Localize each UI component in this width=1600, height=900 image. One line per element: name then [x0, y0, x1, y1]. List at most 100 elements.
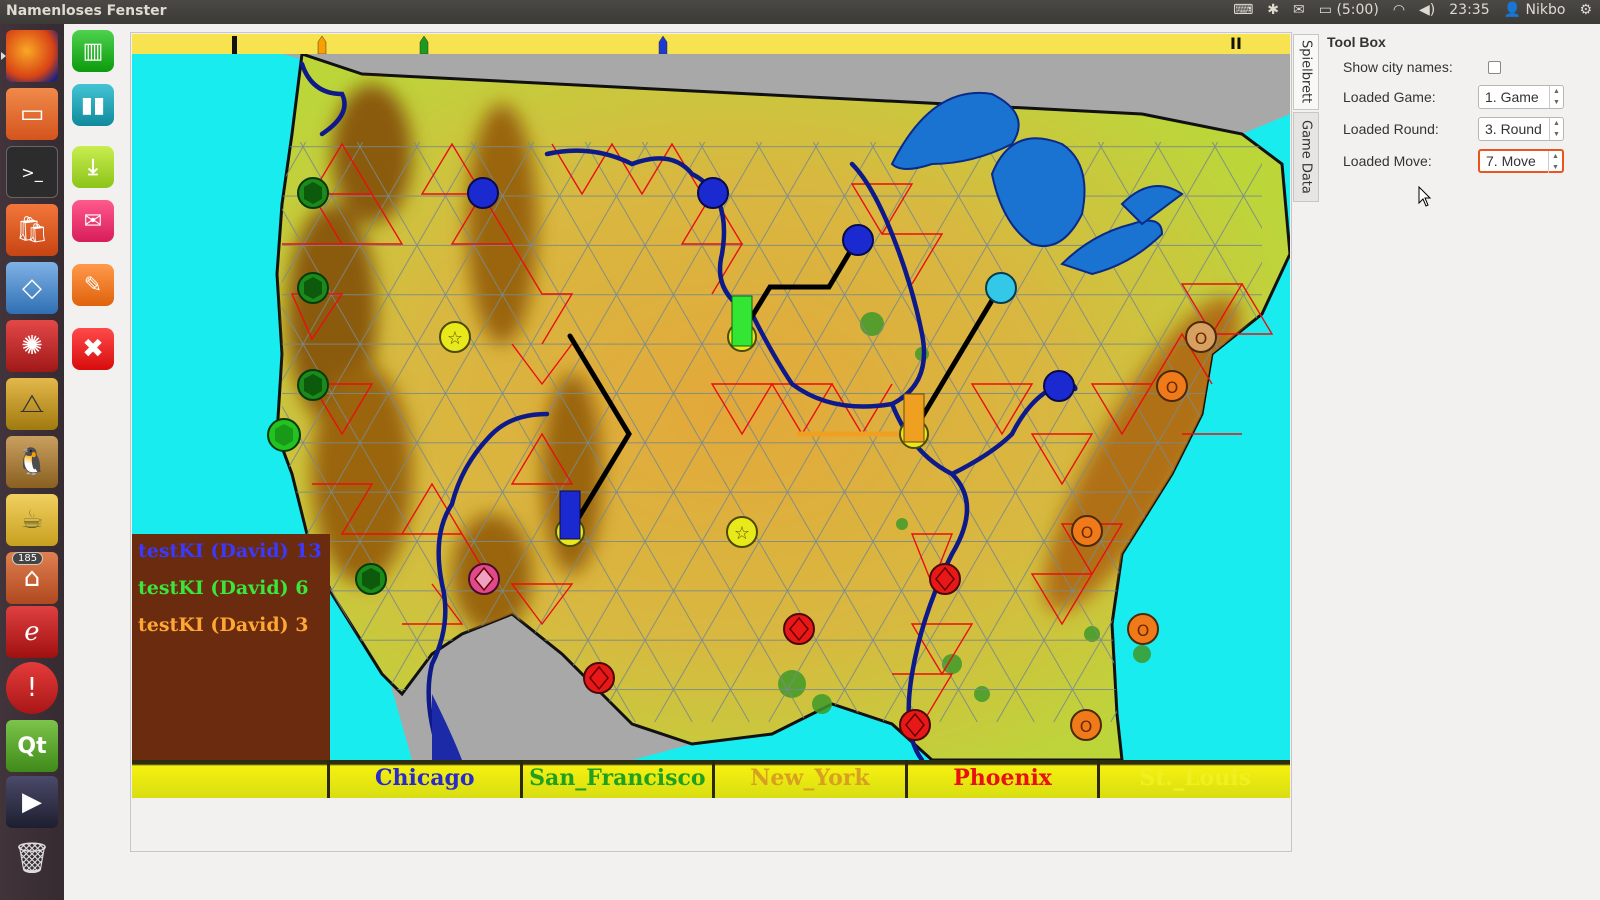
loaded-game-row: Loaded Game: 1. Game ▲ ▼	[1343, 84, 1583, 110]
timeline-marker-blue[interactable]	[658, 35, 668, 55]
mail-icon[interactable]: ✉	[72, 200, 114, 242]
files-launcher-icon[interactable]: ▭	[6, 88, 58, 140]
bar-chart-icon[interactable]: ▮▮	[72, 84, 114, 126]
loaded-game-spinbox[interactable]: 1. Game ▲ ▼	[1478, 85, 1564, 109]
download-icon[interactable]: ⤓	[72, 146, 114, 188]
indicator-area: ⌨ ✱ ✉ ▭ (5:00) ◠ ◀) 23:35 👤 Nikbo ⚙	[1233, 2, 1592, 18]
timeline-marker-orange[interactable]	[317, 35, 327, 55]
pause-button[interactable]: II	[1230, 34, 1242, 53]
target-city-phoenix[interactable]: Phoenix	[908, 760, 1101, 798]
user-name: Nikbo	[1525, 2, 1566, 18]
score-panel: testKI (David) 13 testKI (David) 6 testK…	[132, 534, 330, 760]
target-city-chicago[interactable]: Chicago	[330, 760, 523, 798]
yellow-city[interactable]: ☆	[726, 516, 758, 548]
inkscape-launcher-icon[interactable]: ⧍	[6, 378, 58, 430]
show-city-names-checkbox[interactable]	[1488, 60, 1501, 74]
spin-arrows-icon[interactable]: ▲ ▼	[1549, 118, 1563, 140]
trash-launcher-icon[interactable]: 🗑	[6, 832, 58, 884]
bluetooth-icon[interactable]: ✱	[1267, 2, 1279, 18]
show-city-names-row: Show city names:	[1343, 54, 1501, 80]
pink-city[interactable]	[468, 563, 500, 595]
error-launcher-icon[interactable]: !	[6, 662, 58, 714]
terminal-launcher-icon[interactable]: >_	[6, 146, 58, 198]
loaded-move-spinbox[interactable]: 7. Move ▲ ▼	[1478, 149, 1564, 173]
cyan-city[interactable]	[985, 272, 1017, 304]
blue-city[interactable]	[467, 177, 499, 209]
pen-icon[interactable]: ✎	[72, 264, 114, 306]
qt-creator-launcher-icon[interactable]: Qt	[6, 720, 58, 772]
keyboard-icon[interactable]: ⌨	[1233, 2, 1253, 18]
window-title: Namenloses Fenster	[6, 3, 167, 19]
orange-city[interactable]: O	[1156, 370, 1188, 402]
web-browser-launcher-icon[interactable]: ✺	[6, 320, 58, 372]
blue-player-pawn[interactable]	[559, 490, 581, 540]
orange-player-pawn[interactable]	[903, 393, 925, 443]
loaded-move-value: 7. Move	[1486, 153, 1536, 169]
loaded-round-spinbox[interactable]: 3. Round ▲ ▼	[1478, 117, 1564, 141]
blue-city[interactable]	[697, 177, 729, 209]
tool-box-panel: Tool Box Show city names: Loaded Game: 1…	[1327, 34, 1597, 173]
side-tabs: Spielbrett Game Data	[1293, 34, 1319, 202]
target-city-san-francisco[interactable]: San_Francisco	[523, 760, 716, 798]
wifi-icon[interactable]: ◠	[1393, 2, 1405, 18]
software-center-launcher-icon[interactable]: 🛍	[6, 204, 58, 256]
green-city[interactable]	[267, 418, 301, 452]
player-score-green: testKI (David) 6	[138, 577, 309, 599]
yellow-city[interactable]: ☆	[439, 321, 471, 353]
orange-city[interactable]: O	[1127, 613, 1159, 645]
orange-city[interactable]: O	[1070, 709, 1102, 741]
svg-text:O: O	[1195, 329, 1208, 348]
green-city[interactable]	[297, 272, 329, 304]
player-score-orange: testKI (David) 3	[138, 614, 309, 636]
volume-icon[interactable]: ◀)	[1419, 2, 1435, 18]
tan-city[interactable]: O	[1185, 321, 1217, 353]
mail-launcher-icon[interactable]: ℯ	[6, 606, 58, 658]
firefox-launcher-icon[interactable]	[1, 30, 58, 82]
top-panel: Namenloses Fenster ⌨ ✱ ✉ ▭ (5:00) ◠ ◀) 2…	[0, 0, 1600, 24]
tab-game-data[interactable]: Game Data	[1293, 112, 1319, 202]
svg-text:O: O	[1080, 717, 1093, 736]
timeline-marker-green[interactable]	[419, 35, 429, 55]
red-city[interactable]	[929, 563, 961, 595]
battery-indicator[interactable]: ▭ (5:00)	[1319, 2, 1379, 18]
green-city[interactable]	[297, 177, 329, 209]
red-city[interactable]	[899, 709, 931, 741]
notification-count-badge: 185	[12, 552, 44, 565]
timeline-cursor[interactable]	[232, 36, 237, 54]
railroad-track-icon[interactable]: ▥	[72, 30, 114, 72]
teapot-launcher-icon[interactable]: ☕	[6, 494, 58, 546]
tab-spielbrett[interactable]: Spielbrett	[1293, 34, 1319, 110]
svg-text:O: O	[1137, 621, 1150, 640]
launcher: ▭ >_ 🛍 ◇ ✺ ⧍ 🐧 ☕ ⌂ 185 ℯ ! Qt ▶ 🗑	[0, 24, 64, 900]
target-city-st-louis[interactable]: St._Louis	[1100, 760, 1290, 798]
virtualbox-launcher-icon[interactable]: ◇	[6, 262, 58, 314]
orange-city[interactable]: O	[1071, 515, 1103, 547]
clock[interactable]: 23:35	[1449, 2, 1489, 18]
city-slot-empty	[132, 760, 330, 798]
red-city[interactable]	[583, 662, 615, 694]
battery-time: (5:00)	[1336, 2, 1379, 18]
mouse-pointer-icon	[1418, 186, 1432, 207]
penguin-launcher-icon[interactable]: 🐧	[6, 436, 58, 488]
red-city[interactable]	[783, 613, 815, 645]
loaded-game-label: Loaded Game:	[1343, 89, 1436, 105]
green-city[interactable]	[355, 563, 387, 595]
home-folder-launcher-icon[interactable]: ⌂ 185	[6, 552, 58, 604]
spin-arrows-icon[interactable]: ▲ ▼	[1548, 151, 1562, 173]
close-icon[interactable]: ✖	[72, 328, 114, 370]
green-city[interactable]	[297, 369, 329, 401]
green-player-pawn[interactable]	[731, 295, 753, 347]
loaded-round-value: 3. Round	[1485, 121, 1542, 137]
move-timeline[interactable]: II	[132, 34, 1290, 55]
video-launcher-icon[interactable]: ▶	[6, 776, 58, 828]
loaded-round-label: Loaded Round:	[1343, 121, 1439, 137]
settings-gear-icon[interactable]: ⚙	[1579, 2, 1592, 18]
tool-box-title: Tool Box	[1327, 34, 1386, 50]
mail-indicator-icon[interactable]: ✉	[1293, 2, 1305, 18]
spin-arrows-icon[interactable]: ▲ ▼	[1549, 86, 1563, 108]
target-city-new-york[interactable]: New_York	[715, 760, 908, 798]
user-menu[interactable]: 👤 Nikbo	[1504, 2, 1566, 18]
blue-city[interactable]	[842, 224, 874, 256]
blue-city[interactable]	[1043, 370, 1075, 402]
svg-text:O: O	[1081, 523, 1094, 542]
